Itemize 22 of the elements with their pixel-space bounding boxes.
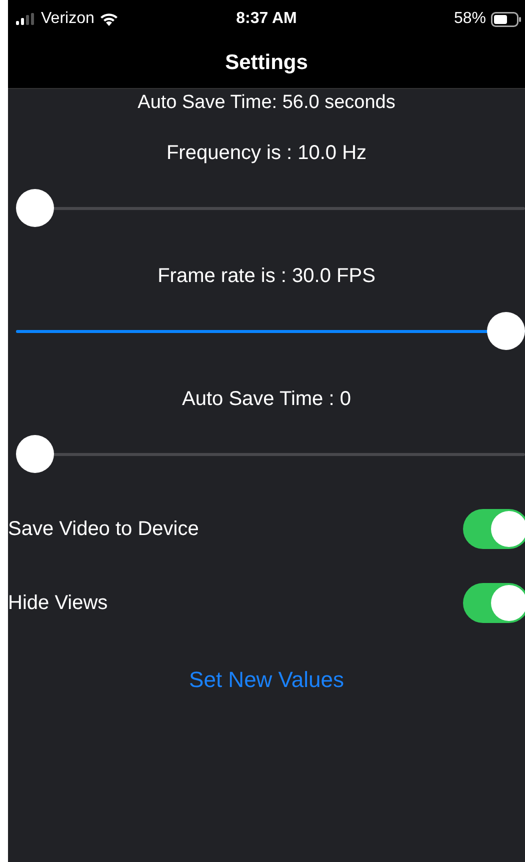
slider[interactable] (16, 189, 525, 227)
slider[interactable] (16, 435, 525, 473)
slider[interactable] (16, 312, 525, 350)
carrier-name: Verizon (41, 10, 94, 28)
slider-thumb[interactable] (487, 312, 525, 350)
toggle-switch[interactable] (463, 509, 525, 549)
switch-label: Hide Views (8, 592, 108, 614)
switch-label: Save Video to Device (8, 518, 199, 540)
screen-title: Settings (225, 51, 308, 75)
set-values-button[interactable]: Set New Values (181, 663, 352, 697)
slider-thumb[interactable] (16, 435, 54, 473)
slider-thumb[interactable] (16, 189, 54, 227)
setting-label: Frequency is : 10.0 Hz (166, 141, 367, 165)
wifi-icon (99, 12, 120, 26)
clock-time: 8:37 AM (236, 10, 297, 28)
battery-icon (491, 12, 521, 26)
setting-label: Auto Save Time: 56.0 seconds (138, 91, 396, 115)
toggle-switch[interactable] (463, 583, 525, 623)
signal-icon (16, 13, 36, 25)
setting-label: Auto Save Time : 0 (182, 387, 351, 411)
setting-label: Frame rate is : 30.0 FPS (158, 264, 376, 288)
battery-percent: 58% (454, 10, 486, 28)
